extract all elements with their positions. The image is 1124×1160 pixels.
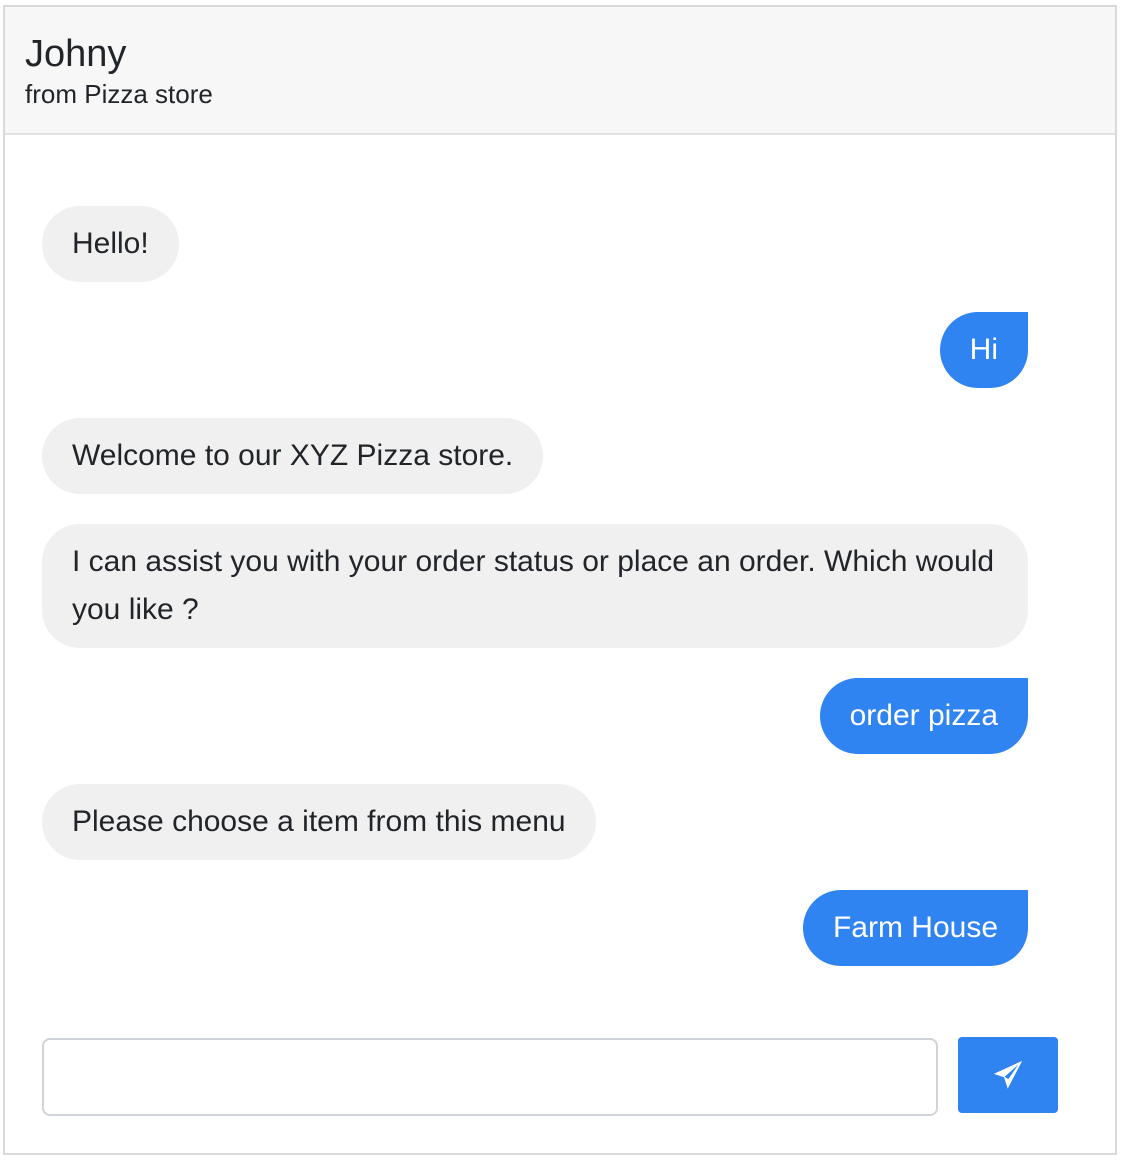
message-bot: Hello! bbox=[42, 206, 179, 282]
message-bot: Welcome to our XYZ Pizza store. bbox=[42, 418, 544, 494]
message-list[interactable]: Hello! Hi Welcome to our XYZ Pizza store… bbox=[5, 135, 1115, 1015]
send-button[interactable] bbox=[958, 1037, 1058, 1113]
message-bot: I can assist you with your order status … bbox=[42, 524, 1028, 648]
agent-subtitle: from Pizza store bbox=[25, 79, 213, 109]
agent-name: Johny bbox=[25, 33, 127, 75]
paper-plane-icon bbox=[993, 1060, 1023, 1089]
message-bot: Please choose a item from this menu bbox=[42, 784, 596, 860]
message-input[interactable] bbox=[42, 1038, 938, 1116]
message-user: order pizza bbox=[819, 678, 1028, 754]
message-user: Hi bbox=[939, 312, 1028, 388]
message-user: Farm House bbox=[802, 890, 1028, 966]
message-composer bbox=[42, 1036, 1058, 1116]
chat-window: Johny from Pizza store Hello! Hi Welcome… bbox=[3, 5, 1117, 1155]
chat-header: Johny from Pizza store bbox=[5, 7, 1115, 135]
